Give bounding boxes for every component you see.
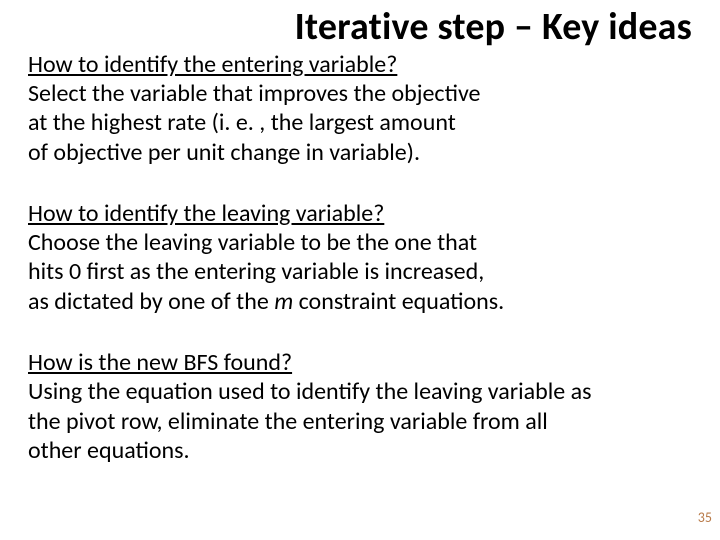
- answer-leaving-line3: as dictated by one of the m constraint e…: [28, 287, 692, 316]
- answer-entering-line1: Select the variable that improves the ob…: [28, 79, 692, 108]
- slide-title: Iterative step – Key ideas: [28, 8, 692, 48]
- answer-entering-line2: at the highest rate (i. e. , the largest…: [28, 108, 692, 137]
- question-bfs: How is the new BFS found?: [28, 348, 692, 377]
- answer-leaving-line3-pre: as dictated by one of the: [28, 287, 274, 316]
- question-entering: How to identify the entering variable?: [28, 50, 692, 79]
- answer-entering-line3: of objective per unit change in variable…: [28, 138, 692, 167]
- slide: Iterative step – Key ideas How to identi…: [0, 0, 720, 540]
- spacer: [28, 316, 692, 346]
- section-leaving-variable: How to identify the leaving variable? Ch…: [28, 199, 692, 316]
- answer-leaving-line1: Choose the leaving variable to be the on…: [28, 228, 692, 257]
- section-new-bfs: How is the new BFS found? Using the equa…: [28, 348, 692, 465]
- page-number: 35: [698, 509, 712, 526]
- answer-bfs-line3: other equations.: [28, 436, 692, 465]
- question-leaving: How to identify the leaving variable?: [28, 199, 692, 228]
- answer-bfs-line2: the pivot row, eliminate the entering va…: [28, 407, 692, 436]
- spacer: [28, 167, 692, 197]
- answer-bfs-line1: Using the equation used to identify the …: [28, 377, 692, 406]
- answer-leaving-line2: hits 0 first as the entering variable is…: [28, 257, 692, 286]
- m-variable: m: [274, 287, 293, 316]
- section-entering-variable: How to identify the entering variable? S…: [28, 50, 692, 167]
- answer-leaving-line3-post: constraint equations.: [293, 287, 504, 316]
